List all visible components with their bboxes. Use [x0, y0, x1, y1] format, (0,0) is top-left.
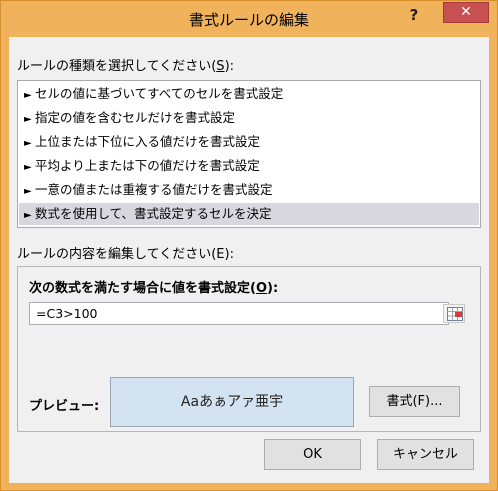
ok-button[interactable]: OK [264, 439, 361, 470]
help-button[interactable]: ? [401, 4, 427, 26]
rule-type-item[interactable]: ► セルの値に基づいてすべてのセルを書式設定 [19, 83, 479, 105]
dialog-body: ルールの種類を選択してください(S): ► セルの値に基づいてすべてのセルを書式設… [9, 37, 489, 483]
list-arrow-icon: ► [24, 114, 32, 125]
preview-label: プレビュー: [29, 399, 100, 414]
list-arrow-icon: ► [24, 162, 32, 173]
list-arrow-icon: ► [24, 90, 32, 101]
preview-box: Aaあぁアァ亜宇 [110, 377, 354, 427]
list-arrow-icon: ► [24, 138, 32, 149]
rule-type-item[interactable]: ► 指定の値を含むセルだけを書式設定 [19, 107, 479, 129]
list-arrow-icon: ► [24, 186, 32, 197]
rule-type-item[interactable]: ► 一意の値または重複する値だけを書式設定 [19, 179, 479, 201]
list-arrow-icon: ► [24, 210, 32, 221]
collapse-dialog-icon [447, 307, 463, 321]
collapse-dialog-button[interactable] [443, 304, 465, 323]
rule-type-list[interactable]: ► セルの値に基づいてすべてのセルを書式設定 ► 指定の値を含むセルだけを書式設定 … [17, 80, 481, 228]
cancel-button[interactable]: キャンセル [377, 439, 474, 470]
close-button[interactable]: ✕ [443, 2, 489, 23]
formula-label: 次の数式を満たす場合に値を書式設定(O): [29, 281, 279, 296]
format-button[interactable]: 書式(F)... [369, 386, 460, 417]
edit-formatting-rule-dialog: 書式ルールの編集 ? ✕ ルールの種類を選択してください(S): ► セルの値に基… [0, 0, 498, 491]
rule-type-item[interactable]: ► 平均より上または下の値だけを書式設定 [19, 155, 479, 177]
rule-type-label: ルールの種類を選択してください(S): [17, 59, 235, 74]
rule-type-item-selected[interactable]: ► 数式を使用して、書式設定するセルを決定 [19, 203, 479, 225]
rule-type-item[interactable]: ► 上位または下位に入る値だけを書式設定 [19, 131, 479, 153]
formula-input[interactable]: =C3>100 [29, 302, 449, 325]
title-bar[interactable]: 書式ルールの編集 ? ✕ [1, 1, 497, 37]
rule-description-label: ルールの内容を編集してください(E): [17, 247, 234, 262]
